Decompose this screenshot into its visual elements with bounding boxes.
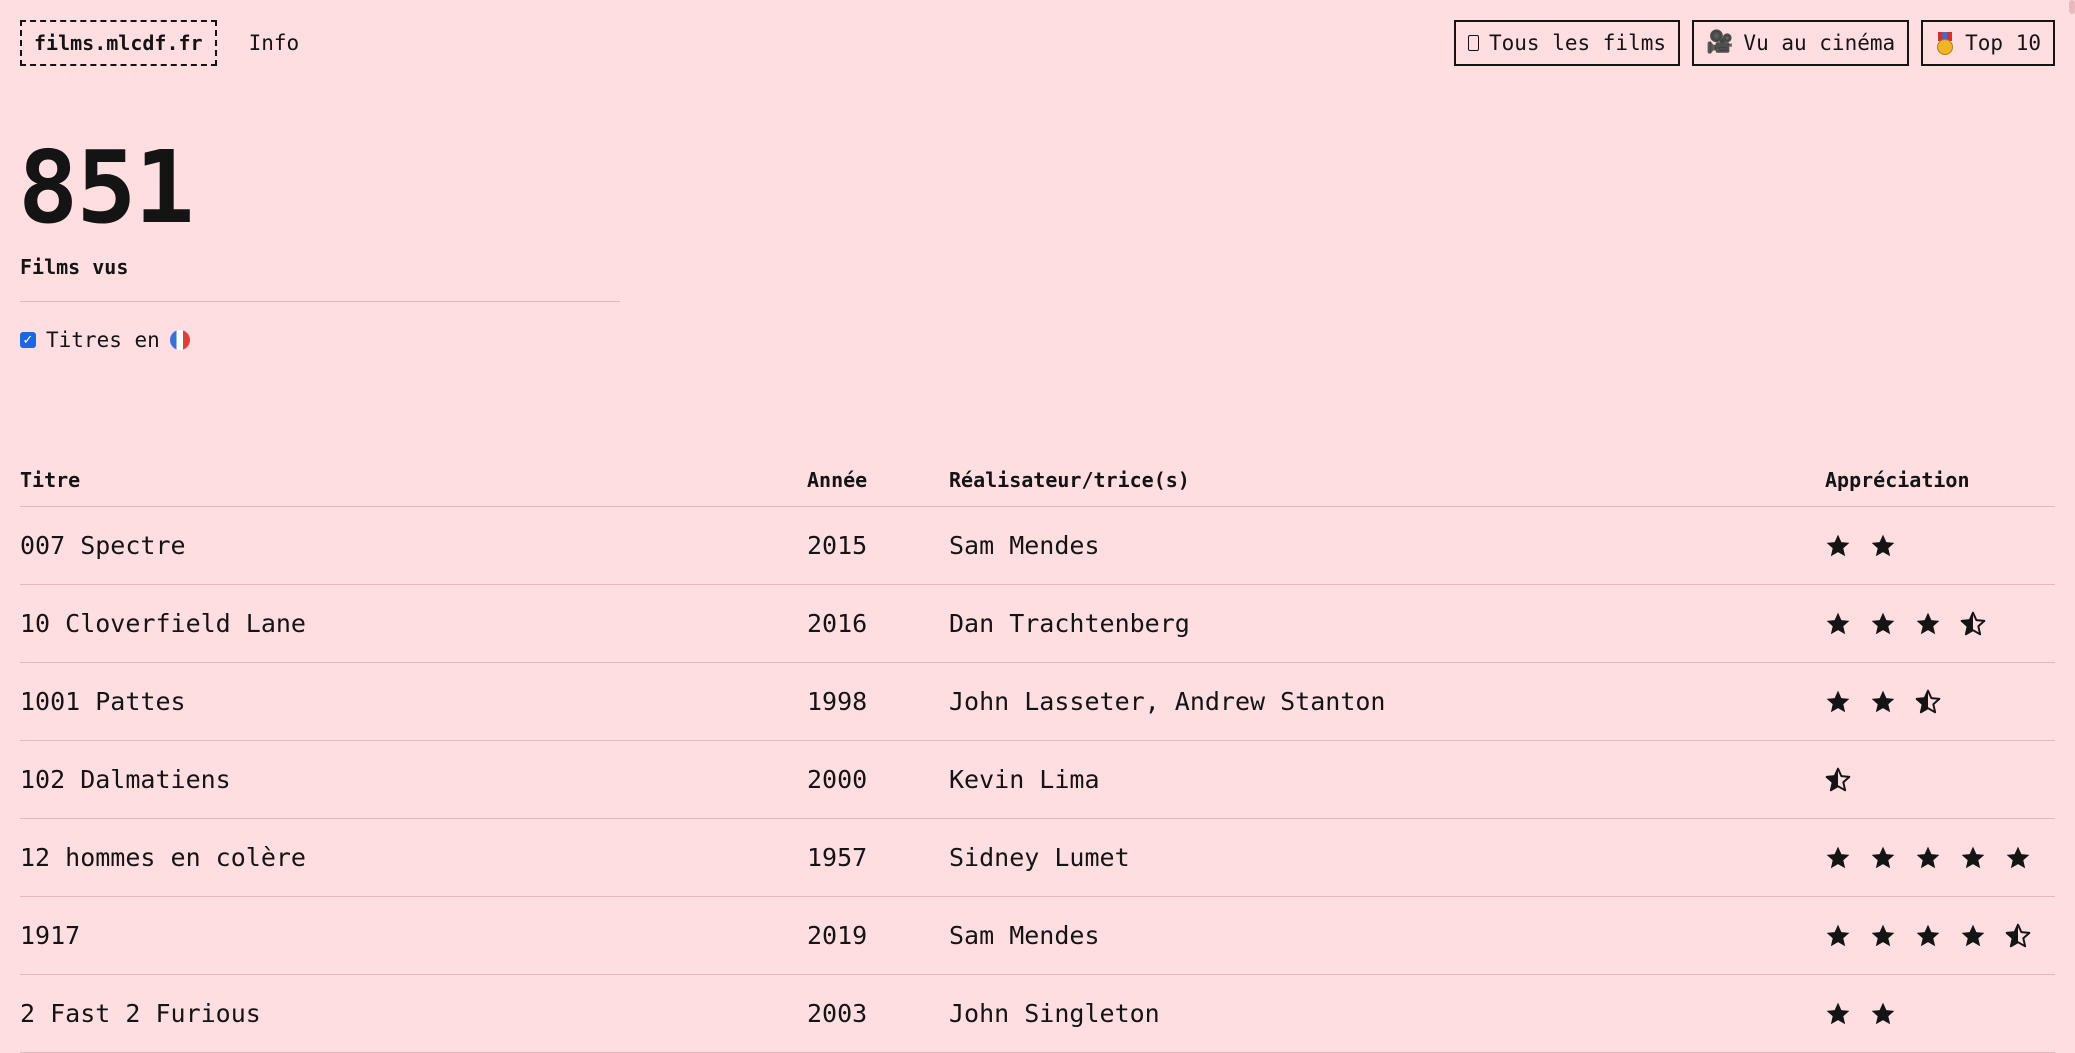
star-full-icon: [1826, 1002, 1850, 1024]
film-director-cell: Dan Trachtenberg: [949, 584, 1825, 663]
scrollbar-thumb[interactable]: [2069, 0, 2075, 14]
seen-in-cinema-label: Vu au cinéma: [1743, 31, 1896, 55]
star-full-icon: [1826, 690, 1850, 712]
all-films-button[interactable]: Tous les films: [1454, 20, 1681, 66]
section-divider: [20, 301, 620, 302]
film-year-cell: 2000: [807, 740, 949, 819]
star-full-icon: [1826, 534, 1850, 556]
star-full-icon: [1826, 846, 1850, 868]
film-year-cell: 1998: [807, 662, 949, 741]
star-half-icon: [1960, 611, 1986, 635]
film-title-cell: 1917: [20, 896, 807, 975]
star-full-icon: [1826, 924, 1850, 946]
films-count: 851: [18, 129, 195, 246]
info-link[interactable]: Info: [249, 31, 300, 55]
film-title-cell: 2 Fast 2 Furious: [20, 974, 807, 1053]
rating-stars: [1825, 533, 2055, 559]
star-full-icon: [1871, 612, 1895, 634]
star-full-icon: [1916, 846, 1940, 868]
film-rating-cell: [1825, 662, 2055, 741]
all-films-label: Tous les films: [1489, 31, 1667, 55]
column-header-year[interactable]: Année: [807, 454, 949, 507]
films-table: Titre Année Réalisateur/trice(s) Appréci…: [20, 454, 2055, 1053]
site-logo-link[interactable]: films.mlcdf.fr: [20, 20, 217, 66]
film-title-cell: 1001 Pattes: [20, 662, 807, 741]
top-10-button[interactable]: Top 10: [1921, 20, 2055, 66]
rating-stars: [1825, 611, 2055, 637]
star-full-icon: [1916, 612, 1940, 634]
table-row[interactable]: 1917 2019 Sam Mendes: [20, 896, 2055, 975]
film-director-cell: Sam Mendes: [949, 896, 1825, 975]
star-half-icon: [1825, 767, 1851, 791]
column-header-title[interactable]: Titre: [20, 454, 807, 507]
table-row[interactable]: 007 Spectre 2015 Sam Mendes: [20, 506, 2055, 585]
film-director-cell: John Singleton: [949, 974, 1825, 1053]
column-header-director[interactable]: Réalisateur/trice(s): [949, 454, 1825, 507]
film-rating-cell: [1825, 818, 2055, 897]
film-year-cell: 2016: [807, 584, 949, 663]
table-row[interactable]: 10 Cloverfield Lane 2016 Dan Trachtenberg: [20, 584, 2055, 663]
star-full-icon: [1961, 924, 1985, 946]
film-rating-cell: [1825, 896, 2055, 975]
film-rating-cell: [1825, 974, 2055, 1053]
tablet-icon: [1468, 35, 1479, 51]
french-titles-checkbox[interactable]: ✓: [20, 332, 36, 348]
star-full-icon: [1871, 534, 1895, 556]
star-full-icon: [1961, 846, 1985, 868]
table-row[interactable]: 2 Fast 2 Furious 2003 John Singleton: [20, 974, 2055, 1053]
medal-icon: [1935, 32, 1955, 55]
film-title-cell: 12 hommes en colère: [20, 818, 807, 897]
table-header-row: Titre Année Réalisateur/trice(s) Appréci…: [20, 454, 2055, 507]
star-full-icon: [1871, 846, 1895, 868]
film-title-cell: 102 Dalmatiens: [20, 740, 807, 819]
films-count-label: Films vus: [20, 255, 129, 279]
star-full-icon: [2006, 846, 2030, 868]
french-flag-icon: [169, 330, 190, 350]
top-10-label: Top 10: [1965, 31, 2041, 55]
film-rating-cell: [1825, 584, 2055, 663]
film-director-cell: John Lasseter, Andrew Stanton: [949, 662, 1825, 741]
star-full-icon: [1826, 612, 1850, 634]
seen-in-cinema-button[interactable]: 🎥 Vu au cinéma: [1692, 20, 1910, 66]
rating-stars: [1825, 767, 2055, 793]
star-full-icon: [1871, 1002, 1895, 1024]
header-left: films.mlcdf.fr Info: [20, 20, 299, 66]
rating-stars: [1825, 1001, 2055, 1027]
film-year-cell: 1957: [807, 818, 949, 897]
french-titles-label: Titres en: [46, 328, 160, 352]
film-director-cell: Kevin Lima: [949, 740, 1825, 819]
rating-stars: [1825, 689, 2055, 715]
star-half-icon: [2005, 923, 2031, 947]
film-year-cell: 2019: [807, 896, 949, 975]
film-year-cell: 2003: [807, 974, 949, 1053]
star-full-icon: [1871, 690, 1895, 712]
film-camera-icon: 🎥: [1706, 30, 1734, 55]
main-nav: Tous les films 🎥 Vu au cinéma Top 10: [1454, 20, 2055, 66]
rating-stars: [1825, 845, 2055, 871]
film-title-cell: 10 Cloverfield Lane: [20, 584, 807, 663]
rating-stars: [1825, 923, 2055, 949]
film-director-cell: Sam Mendes: [949, 506, 1825, 585]
film-director-cell: Sidney Lumet: [949, 818, 1825, 897]
column-header-rating[interactable]: Appréciation: [1825, 454, 2055, 507]
top-header: films.mlcdf.fr Info Tous les films 🎥 Vu …: [20, 20, 2055, 66]
film-year-cell: 2015: [807, 506, 949, 585]
star-full-icon: [1916, 924, 1940, 946]
french-titles-toggle[interactable]: ✓ Titres en: [20, 328, 190, 352]
film-title-cell: 007 Spectre: [20, 506, 807, 585]
table-row[interactable]: 12 hommes en colère 1957 Sidney Lumet: [20, 818, 2055, 897]
film-rating-cell: [1825, 506, 2055, 585]
film-rating-cell: [1825, 740, 2055, 819]
table-row[interactable]: 1001 Pattes 1998 John Lasseter, Andrew Sta…: [20, 662, 2055, 741]
table-row[interactable]: 102 Dalmatiens 2000 Kevin Lima: [20, 740, 2055, 819]
star-half-icon: [1915, 689, 1941, 713]
star-full-icon: [1871, 924, 1895, 946]
